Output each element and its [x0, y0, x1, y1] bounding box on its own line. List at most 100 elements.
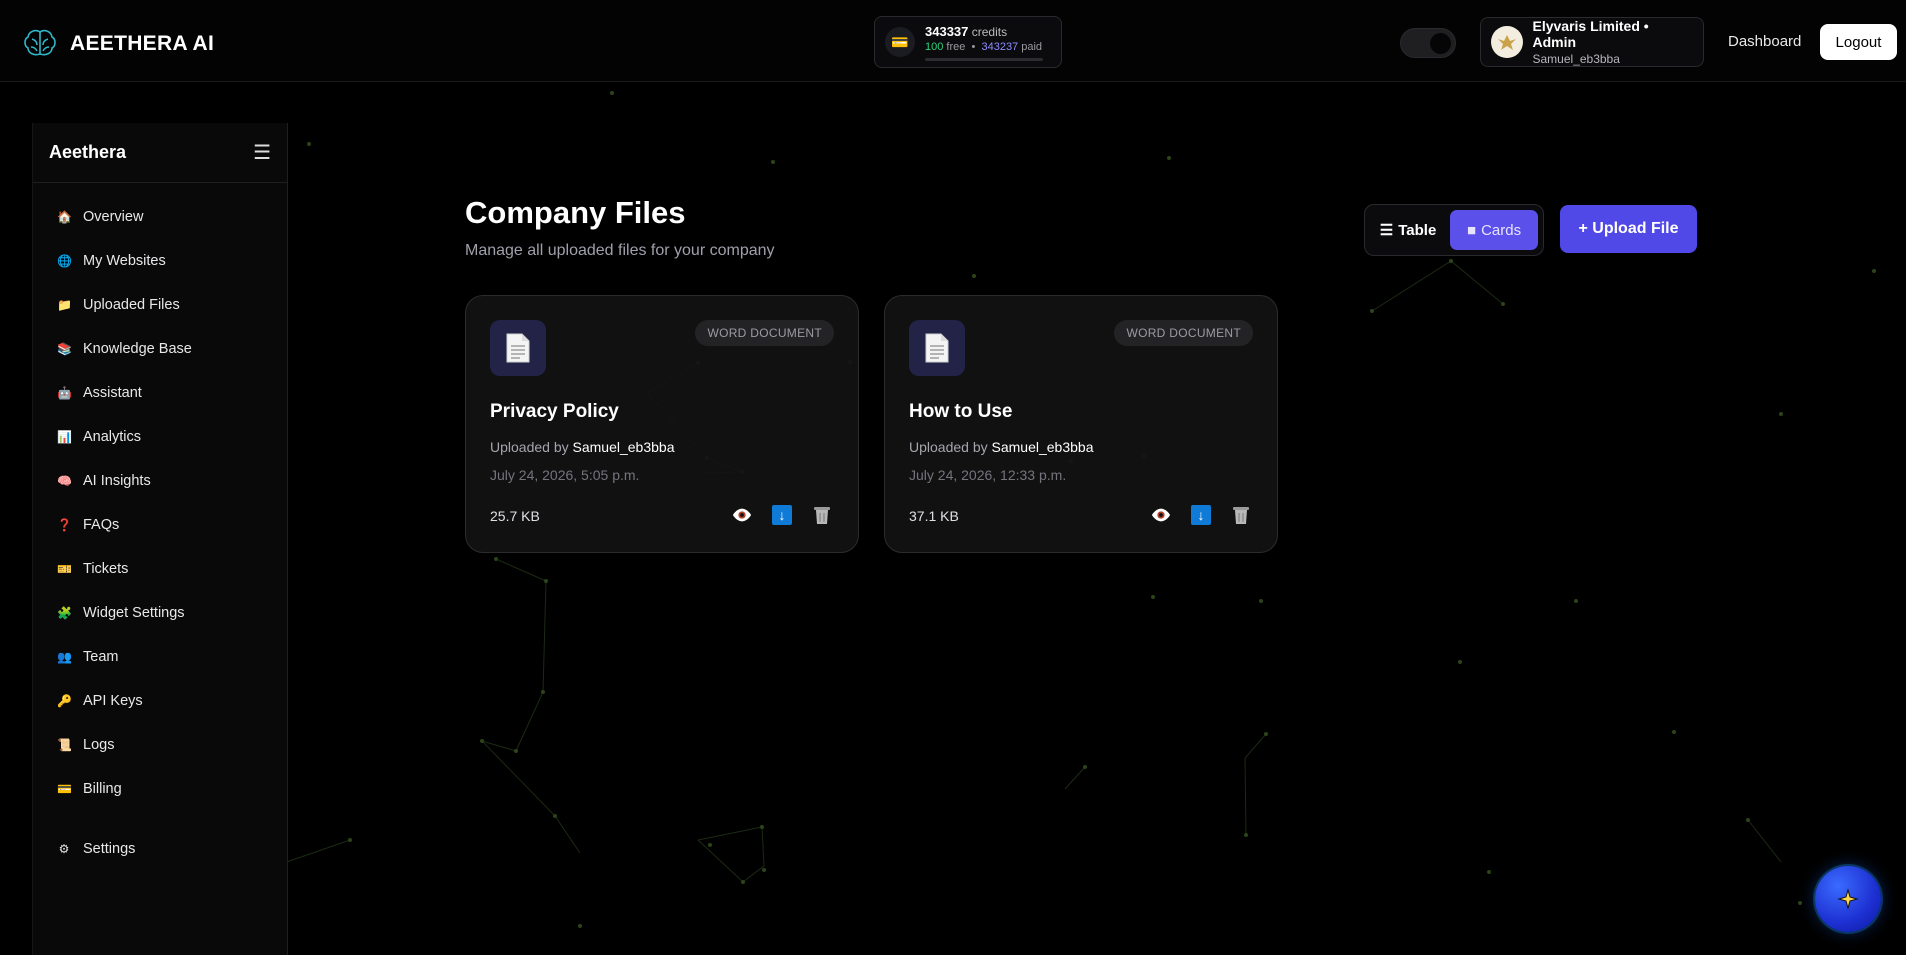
cards-view-button[interactable]: ■ Cards	[1450, 210, 1538, 250]
uploaded-by-label: Uploaded by	[490, 439, 569, 455]
credit-progress-bar	[925, 57, 1043, 61]
sidebar-item-label: Tickets	[83, 561, 129, 577]
sidebar-item-overview[interactable]: 🏠 Overview	[33, 195, 287, 239]
sidebar-item-logs[interactable]: 📜 Logs	[33, 723, 287, 767]
sidebar-item-my-websites[interactable]: 🌐 My Websites	[33, 239, 287, 283]
credit-breakdown: 100 free • 343237 paid	[925, 40, 1043, 53]
uploaded-by: Uploaded by Samuel_eb3bba	[909, 439, 1094, 455]
sidebar-item-label: Assistant	[83, 385, 142, 401]
sidebar-item-label: Knowledge Base	[83, 341, 192, 357]
cards-view-label: Cards	[1481, 221, 1522, 239]
sidebar-item-label: AI Insights	[83, 473, 151, 489]
square-icon: ■	[1467, 221, 1477, 239]
list-icon: ☰	[1379, 222, 1394, 239]
file-name: How to Use	[909, 401, 1013, 422]
file-type-badge: WORD DOCUMENT	[1114, 320, 1253, 346]
sidebar-item-knowledge-base[interactable]: 📚 Knowledge Base	[33, 327, 287, 371]
theme-toggle[interactable]	[1400, 28, 1456, 58]
sidebar-item-team[interactable]: 👥 Team	[33, 635, 287, 679]
brain-icon: 🧠	[57, 474, 72, 488]
sidebar: Aeethera ☰ 🏠 Overview 🌐 My Websites 📁 Up…	[32, 123, 288, 955]
page-subtitle: Manage all uploaded files for your compa…	[465, 242, 775, 259]
credit-paid-value: 343237	[981, 40, 1019, 53]
hamburger-menu-icon[interactable]: ☰	[253, 140, 271, 165]
download-icon[interactable]: ↓	[772, 505, 792, 525]
credit-free-value: 100	[925, 40, 944, 53]
credit-paid-label: paid	[1021, 40, 1043, 53]
file-size: 37.1 KB	[909, 508, 959, 524]
bar-chart-icon: 📊	[57, 430, 72, 444]
table-view-label: Table	[1398, 221, 1437, 239]
sidebar-item-faqs[interactable]: ❓ FAQs	[33, 503, 287, 547]
sidebar-item-billing[interactable]: 💳 Billing	[33, 767, 287, 811]
user-menu[interactable]: Elyvaris Limited • Admin Samuel_eb3bba	[1480, 17, 1704, 67]
folder-icon: 📁	[57, 298, 72, 312]
view-mode-toggle: ☰ Table ■ Cards	[1364, 204, 1544, 256]
sidebar-item-uploaded-files[interactable]: 📁 Uploaded Files	[33, 283, 287, 327]
user-username: Samuel_eb3bba	[1532, 52, 1620, 66]
sidebar-item-tickets[interactable]: 🎫 Tickets	[33, 547, 287, 591]
avatar	[1491, 26, 1523, 58]
brand-name: AEETHERA AI	[70, 32, 215, 55]
toggle-knob	[1430, 33, 1451, 54]
robot-icon: 🤖	[57, 386, 72, 400]
file-size: 25.7 KB	[490, 508, 540, 524]
sidebar-item-assistant[interactable]: 🤖 Assistant	[33, 371, 287, 415]
home-icon: 🏠	[57, 210, 72, 224]
page-title: Company Files	[465, 195, 686, 230]
sidebar-item-widget-settings[interactable]: 🧩 Widget Settings	[33, 591, 287, 635]
file-actions: ↓	[1151, 505, 1251, 525]
sidebar-item-analytics[interactable]: 📊 Analytics	[33, 415, 287, 459]
puzzle-piece-icon: 🧩	[57, 606, 72, 620]
sidebar-nav: 🏠 Overview 🌐 My Websites 📁 Uploaded File…	[33, 183, 287, 871]
sidebar-item-api-keys[interactable]: 🔑 API Keys	[33, 679, 287, 723]
view-eye-icon[interactable]	[1151, 505, 1171, 525]
credits-widget[interactable]: 💳 343337 credits 100 free • 343237 paid	[874, 16, 1062, 68]
trash-icon[interactable]	[1231, 505, 1251, 525]
uploaded-by-label: Uploaded by	[909, 439, 988, 455]
brand[interactable]: AEETHERA AI	[22, 26, 214, 62]
sidebar-item-label: FAQs	[83, 517, 120, 533]
ticket-icon: 🎫	[57, 562, 72, 576]
file-date: July 24, 2026, 12:33 p.m.	[909, 467, 1067, 483]
sidebar-item-label: Uploaded Files	[83, 297, 180, 313]
question-mark-icon: ❓	[57, 518, 72, 532]
sidebar-item-settings[interactable]: ⚙ Settings	[33, 827, 287, 871]
sidebar-item-label: API Keys	[83, 693, 143, 709]
user-company-role: Elyvaris Limited • Admin	[1532, 18, 1649, 50]
uploader-name: Samuel_eb3bba	[572, 439, 675, 455]
upload-file-button[interactable]: + Upload File	[1560, 205, 1697, 253]
sidebar-item-label: My Websites	[83, 253, 166, 269]
assistant-chat-button[interactable]	[1815, 866, 1881, 932]
file-type-badge: WORD DOCUMENT	[695, 320, 834, 346]
globe-icon: 🌐	[57, 254, 72, 268]
logout-button[interactable]: Logout	[1820, 24, 1897, 60]
file-card[interactable]: WORD DOCUMENT Privacy Policy Uploaded by…	[465, 295, 859, 553]
sidebar-item-ai-insights[interactable]: 🧠 AI Insights	[33, 459, 287, 503]
file-date: July 24, 2026, 5:05 p.m.	[490, 467, 640, 483]
gear-icon: ⚙	[58, 842, 70, 856]
credit-free-label: free	[946, 40, 966, 53]
sidebar-title: Aeethera	[49, 142, 127, 162]
file-actions: ↓	[732, 505, 832, 525]
file-card[interactable]: WORD DOCUMENT How to Use Uploaded by Sam…	[884, 295, 1278, 553]
sidebar-item-label: Settings	[83, 841, 136, 857]
document-icon	[490, 320, 546, 376]
scroll-icon: 📜	[57, 738, 72, 752]
sidebar-item-label: Widget Settings	[83, 605, 185, 621]
brain-logo-icon	[24, 29, 56, 56]
view-eye-icon[interactable]	[732, 505, 752, 525]
trash-icon[interactable]	[812, 505, 832, 525]
document-icon	[909, 320, 965, 376]
sidebar-item-label: Billing	[83, 781, 122, 797]
sparkle-icon	[1837, 888, 1859, 910]
top-bar: AEETHERA AI 💳 343337 credits 100 free • …	[0, 0, 1906, 82]
dashboard-link[interactable]: Dashboard	[1728, 33, 1801, 50]
download-icon[interactable]: ↓	[1191, 505, 1211, 525]
table-view-button[interactable]: ☰ Table	[1370, 210, 1446, 250]
credit-summary: 343337 credits 100 free • 343237 paid	[925, 24, 1043, 61]
sidebar-item-label: Logs	[83, 737, 115, 753]
file-name: Privacy Policy	[490, 401, 619, 422]
credit-card-icon: 💳	[885, 27, 915, 57]
team-icon: 👥	[57, 650, 72, 664]
